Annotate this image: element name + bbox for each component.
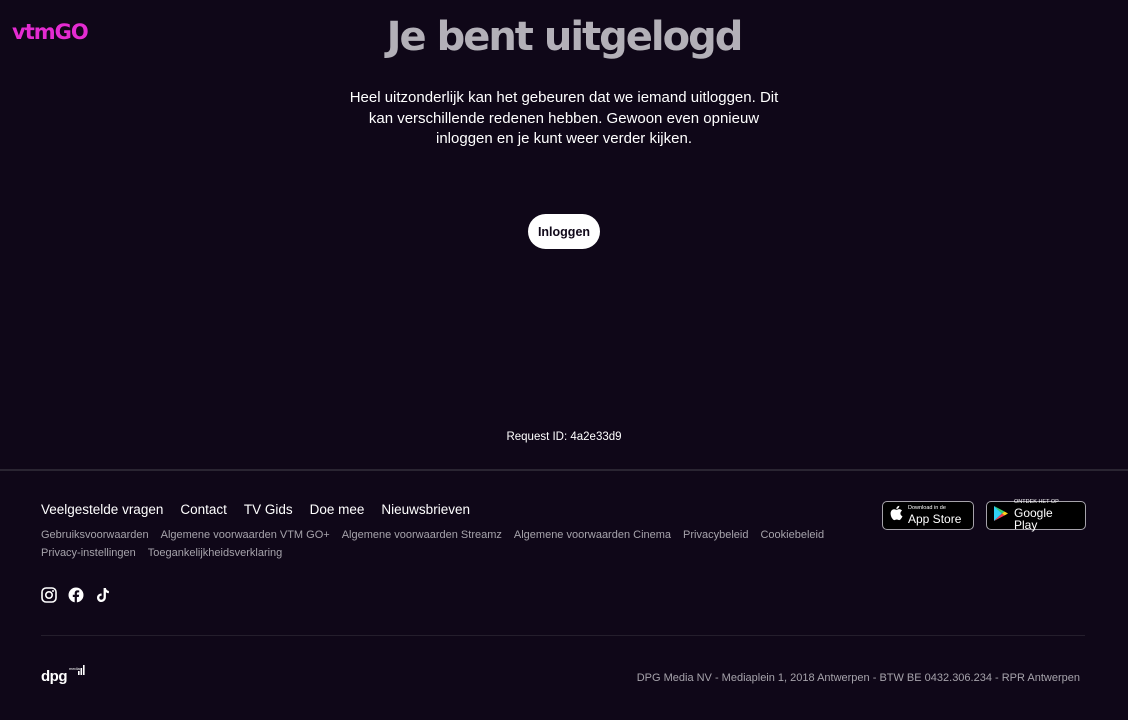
footer-link-terms[interactable]: Gebruiksvoorwaarden xyxy=(41,529,149,541)
footer-link-tv-guide[interactable]: TV Gids xyxy=(244,502,293,517)
logged-out-page: vtmGO Je bent uitgelogd Heel uitzonderli… xyxy=(0,0,1128,720)
footer-links-row: Gebruiksvoorwaarden Algemene voorwaarden… xyxy=(41,526,841,544)
footer-link-terms-vtmgo-plus[interactable]: Algemene voorwaarden VTM GO+ xyxy=(161,529,330,541)
footer-link-privacy-settings[interactable]: Privacy-instellingen xyxy=(41,547,136,559)
footer-link-terms-streamz[interactable]: Algemene voorwaarden Streamz xyxy=(342,529,502,541)
logout-explanation: Heel uitzonderlijk kan het gebeuren dat … xyxy=(340,88,788,150)
app-store-text: Download in de App Store xyxy=(908,506,961,525)
dpg-signal-icon: media xyxy=(69,665,85,684)
dpg-logo-small: media xyxy=(69,666,81,671)
apple-icon xyxy=(889,505,903,526)
request-id: Request ID: 4a2e33d9 xyxy=(506,431,622,443)
footer-link-privacy-policy[interactable]: Privacybeleid xyxy=(683,529,748,541)
footer-legal-links: Gebruiksvoorwaarden Algemene voorwaarden… xyxy=(41,526,841,562)
google-play-icon xyxy=(993,505,1009,527)
facebook-icon[interactable] xyxy=(68,587,84,603)
footer-link-cookie-policy[interactable]: Cookiebeleid xyxy=(760,529,824,541)
login-button[interactable]: Inloggen xyxy=(528,214,600,249)
footer-link-accessibility[interactable]: Toegankelijkheidsverklaring xyxy=(148,547,283,559)
footer-link-newsletters[interactable]: Nieuwsbrieven xyxy=(381,502,470,517)
google-play-text: ONTDEK HET OP Google Play xyxy=(1014,500,1079,531)
footer-link-contact[interactable]: Contact xyxy=(180,502,227,517)
footer-link-faq[interactable]: Veelgestelde vragen xyxy=(41,502,163,517)
social-links xyxy=(41,587,111,603)
company-legal-info: DPG Media NV - Mediaplein 1, 2018 Antwer… xyxy=(636,672,1080,684)
google-play-caption: ONTDEK HET OP xyxy=(1014,499,1059,506)
google-play-label: Google Play xyxy=(1014,505,1053,532)
footer-bottom-divider xyxy=(41,635,1085,636)
footer-divider xyxy=(0,469,1128,471)
intro-line: inloggen en je kunt weer verder kijken. xyxy=(436,130,692,147)
footer-link-terms-cinema[interactable]: Algemene voorwaarden Cinema xyxy=(514,529,671,541)
tiktok-icon[interactable] xyxy=(95,587,111,603)
app-store-caption: Download in de xyxy=(908,505,946,512)
app-store-badge[interactable]: Download in de App Store xyxy=(882,501,974,530)
dpg-logo-word: dpg xyxy=(41,668,68,685)
footer-links-row: Privacy-instellingen Toegankelijkheidsve… xyxy=(41,544,841,562)
footer-main-nav: Veelgestelde vragen Contact TV Gids Doe … xyxy=(41,502,470,517)
dpg-media-logo[interactable]: dpg media xyxy=(41,665,85,684)
page-title: Je bent uitgelogd xyxy=(386,14,744,60)
google-play-badge[interactable]: ONTDEK HET OP Google Play xyxy=(986,500,1086,531)
app-store-label: App Store xyxy=(908,511,962,526)
intro-line: Heel uitzonderlijk kan het gebeuren dat … xyxy=(349,89,779,106)
intro-line: kan verschillende redenen hebben. Gewoon… xyxy=(368,109,760,127)
footer-link-participate[interactable]: Doe mee xyxy=(310,502,365,517)
instagram-icon[interactable] xyxy=(41,587,57,603)
